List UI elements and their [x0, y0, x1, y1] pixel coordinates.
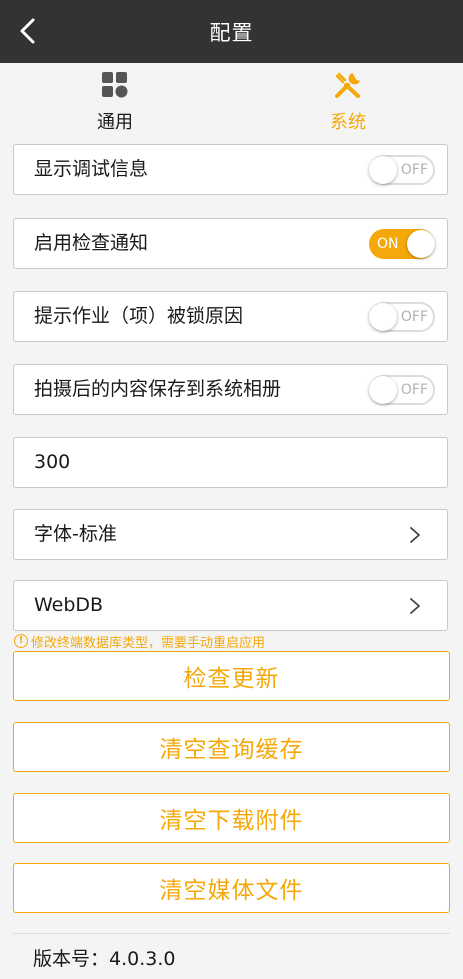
- setting-label: WebDB: [34, 594, 104, 616]
- toggle-state: OFF: [400, 162, 428, 178]
- setting-label: 启用检查通知: [34, 232, 149, 254]
- version-label: 版本号：4.0.3.0: [33, 948, 176, 970]
- database-option[interactable]: WebDB: [13, 580, 448, 631]
- toggle-knob: [407, 230, 435, 258]
- chevron-right-icon: [410, 598, 420, 614]
- toggle-knob: [369, 376, 397, 404]
- warning-text: 修改终端数据库类型，需要手动重启应用: [31, 635, 266, 651]
- clear-downloads-button[interactable]: 清空下载附件: [13, 793, 450, 843]
- toggle-knob: [369, 156, 397, 184]
- setting-label: 提示作业（项）被锁原因: [34, 305, 244, 327]
- chevron-right-icon: [410, 527, 420, 543]
- tab-general[interactable]: 通用: [45, 63, 185, 140]
- chevron-left-icon: [20, 18, 35, 44]
- debug-info-toggle[interactable]: OFF: [369, 155, 435, 185]
- back-button[interactable]: [10, 14, 44, 48]
- tab-label: 通用: [97, 112, 133, 133]
- setting-debug-info: 显示调试信息 OFF: [13, 144, 448, 195]
- grid-icon: [102, 72, 128, 98]
- setting-save-album: 拍摄后的内容保存到系统相册 OFF: [13, 364, 448, 415]
- toggle-knob: [369, 303, 397, 331]
- setting-label: 拍摄后的内容保存到系统相册: [34, 378, 282, 400]
- tab-system[interactable]: 系统: [278, 63, 418, 140]
- clear-media-button[interactable]: 清空媒体文件: [13, 863, 450, 913]
- check-update-button[interactable]: 检查更新: [13, 651, 450, 701]
- app-header: 配置: [0, 0, 463, 63]
- font-option[interactable]: 字体-标准: [13, 509, 448, 560]
- setting-label: 字体-标准: [34, 523, 117, 545]
- clear-query-cache-button[interactable]: 清空查询缓存: [13, 722, 450, 772]
- page-title: 配置: [209, 20, 254, 45]
- lock-reason-toggle[interactable]: OFF: [369, 302, 435, 332]
- warning-circle-icon: !: [14, 634, 28, 648]
- number-value: 300: [34, 451, 71, 473]
- setting-label: 显示调试信息: [34, 158, 149, 180]
- save-album-toggle[interactable]: OFF: [369, 375, 435, 405]
- toggle-state: ON: [377, 236, 399, 252]
- restart-warning: ! 修改终端数据库类型，需要手动重启应用: [14, 631, 265, 651]
- tab-bar: 通用 系统: [0, 63, 463, 140]
- divider: [13, 933, 450, 934]
- setting-lock-reason: 提示作业（项）被锁原因 OFF: [13, 291, 448, 342]
- number-input[interactable]: 300: [13, 437, 448, 488]
- tools-icon: [335, 72, 360, 98]
- toggle-state: OFF: [400, 382, 428, 398]
- setting-check-notify: 启用检查通知 ON: [13, 218, 448, 269]
- tab-label: 系统: [330, 112, 366, 133]
- check-notify-toggle[interactable]: ON: [369, 229, 435, 259]
- toggle-state: OFF: [400, 309, 428, 325]
